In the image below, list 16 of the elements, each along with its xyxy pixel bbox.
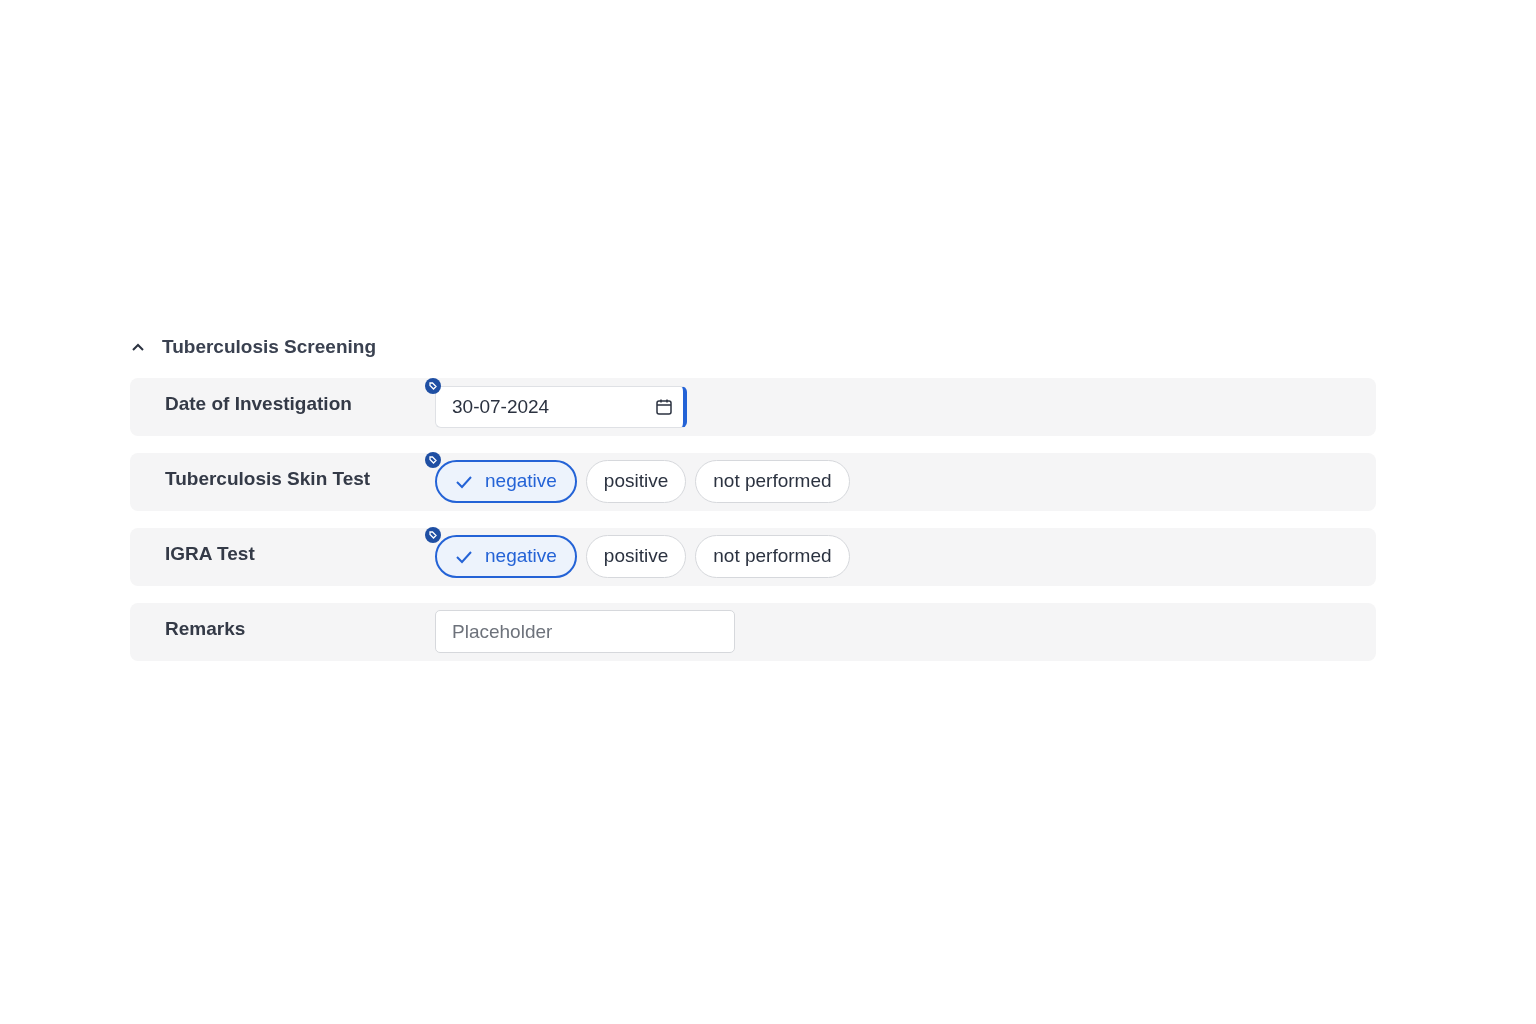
remarks-field[interactable]: Placeholder: [435, 610, 735, 653]
calendar-icon[interactable]: [655, 397, 673, 416]
check-icon: [455, 474, 473, 489]
option-chip[interactable]: not performed: [695, 535, 850, 578]
option-chip[interactable]: positive: [585, 460, 687, 503]
field-label: Remarks: [165, 617, 247, 642]
date-field[interactable]: 30-07-2024: [435, 385, 687, 428]
option-chip[interactable]: not performed: [695, 460, 850, 503]
check-icon: [455, 549, 473, 564]
option-chip[interactable]: positive: [585, 535, 687, 578]
option-chip[interactable]: negative: [435, 460, 577, 503]
field-label: Date of Investigation: [165, 392, 353, 417]
section-title: Tuberculosis Screening: [162, 335, 376, 359]
field-label: IGRA Test: [165, 542, 256, 567]
field-label: Tuberculosis Skin Test: [165, 467, 372, 492]
option-chip[interactable]: negative: [435, 535, 577, 578]
